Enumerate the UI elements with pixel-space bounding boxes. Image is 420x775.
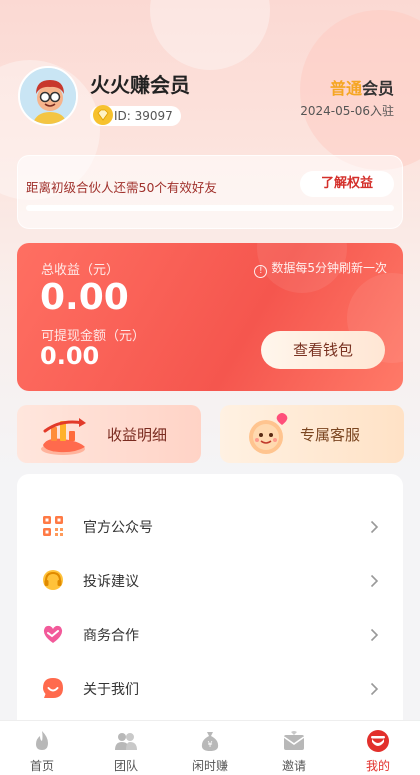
invite-mail-icon bbox=[282, 729, 306, 753]
partner-progress-bar bbox=[26, 205, 394, 211]
nav-item-team[interactable]: 团队 bbox=[84, 721, 168, 775]
profile-header: 火火赚会员 ID: 39097 普通会员 2024-05-06入驻 bbox=[18, 66, 402, 128]
handshake-heart-icon bbox=[41, 622, 65, 646]
refresh-note: ! 数据每5分钟刷新一次 bbox=[254, 259, 387, 278]
info-icon: ! bbox=[254, 265, 268, 278]
smile-chat-icon bbox=[41, 676, 65, 700]
customer-service-mascot-icon bbox=[240, 409, 296, 459]
earnings-card: 总收益（元） ! 数据每5分钟刷新一次 0.00 可提现金额（元） 0.00 查看… bbox=[17, 243, 403, 391]
member-level-suffix: 会员 bbox=[361, 79, 394, 98]
svg-text:¥: ¥ bbox=[207, 740, 212, 749]
home-flame-icon bbox=[30, 729, 54, 753]
partner-progress-card: 距离初级合伙人还需50个有效好友 了解权益 bbox=[17, 155, 403, 229]
join-date: 2024-05-06入驻 bbox=[300, 104, 394, 118]
menu-item-feedback[interactable]: 投诉建议 bbox=[17, 560, 403, 600]
nav-label: 我的 bbox=[365, 759, 390, 773]
refresh-note-text: 数据每5分钟刷新一次 bbox=[271, 261, 387, 275]
earnings-detail-card[interactable]: 收益明细 bbox=[17, 405, 201, 463]
total-earnings-label: 总收益（元） bbox=[41, 263, 120, 278]
menu-item-label: 关于我们 bbox=[83, 682, 139, 698]
diamond-icon bbox=[92, 104, 114, 126]
customer-service-card[interactable]: 专属客服 bbox=[220, 405, 404, 463]
money-bag-icon: ¥ bbox=[198, 729, 222, 753]
menu-item-label: 官方公众号 bbox=[83, 520, 153, 536]
earnings-chart-icon bbox=[37, 409, 93, 459]
nav-label: 闲时赚 bbox=[191, 759, 228, 773]
earnings-detail-label: 收益明细 bbox=[107, 426, 168, 444]
nav-item-mine[interactable]: 我的 bbox=[336, 721, 420, 775]
qr-code-icon bbox=[41, 514, 65, 538]
member-level: 普通会员 bbox=[330, 75, 394, 99]
team-icon bbox=[114, 729, 138, 753]
nav-label: 首页 bbox=[29, 759, 54, 773]
customer-service-label: 专属客服 bbox=[300, 426, 361, 444]
profile-icon bbox=[366, 729, 390, 753]
chevron-right-icon bbox=[370, 681, 379, 696]
bg-bubble bbox=[150, 0, 270, 70]
nav-item-invite[interactable]: 邀请 bbox=[252, 721, 336, 775]
chevron-right-icon bbox=[370, 627, 379, 642]
total-earnings-value: 0.00 bbox=[40, 277, 129, 318]
view-wallet-button[interactable]: 查看钱包 bbox=[261, 331, 385, 369]
bottom-nav: 首页 团队 ¥ 闲时赚 邀请 我的 bbox=[0, 720, 420, 775]
withdrawable-value: 0.00 bbox=[40, 342, 100, 370]
nav-label: 团队 bbox=[113, 759, 138, 773]
chevron-right-icon bbox=[370, 519, 379, 534]
menu-item-business[interactable]: 商务合作 bbox=[17, 614, 403, 654]
menu-item-about[interactable]: 关于我们 bbox=[17, 668, 403, 708]
chevron-right-icon bbox=[370, 573, 379, 588]
member-level-name: 普通 bbox=[329, 79, 362, 98]
learn-benefits-button[interactable]: 了解权益 bbox=[300, 171, 394, 197]
nav-label: 邀请 bbox=[281, 759, 306, 773]
partner-progress-message: 距离初级合伙人还需50个有效好友 bbox=[26, 180, 217, 195]
username: 火火赚会员 bbox=[90, 73, 190, 97]
nav-item-idle-earn[interactable]: ¥ 闲时赚 bbox=[168, 721, 252, 775]
menu-item-label: 商务合作 bbox=[83, 628, 139, 644]
menu-list: 官方公众号 投诉建议 商务合作 关于我们 bbox=[17, 474, 403, 734]
menu-item-official-account[interactable]: 官方公众号 bbox=[17, 506, 403, 546]
avatar[interactable] bbox=[18, 66, 78, 126]
user-id-text: ID: 39097 bbox=[114, 109, 173, 123]
user-id-badge: ID: 39097 bbox=[90, 104, 181, 126]
menu-item-label: 投诉建议 bbox=[83, 574, 139, 590]
headset-icon bbox=[41, 568, 65, 592]
nav-item-home[interactable]: 首页 bbox=[0, 721, 84, 775]
